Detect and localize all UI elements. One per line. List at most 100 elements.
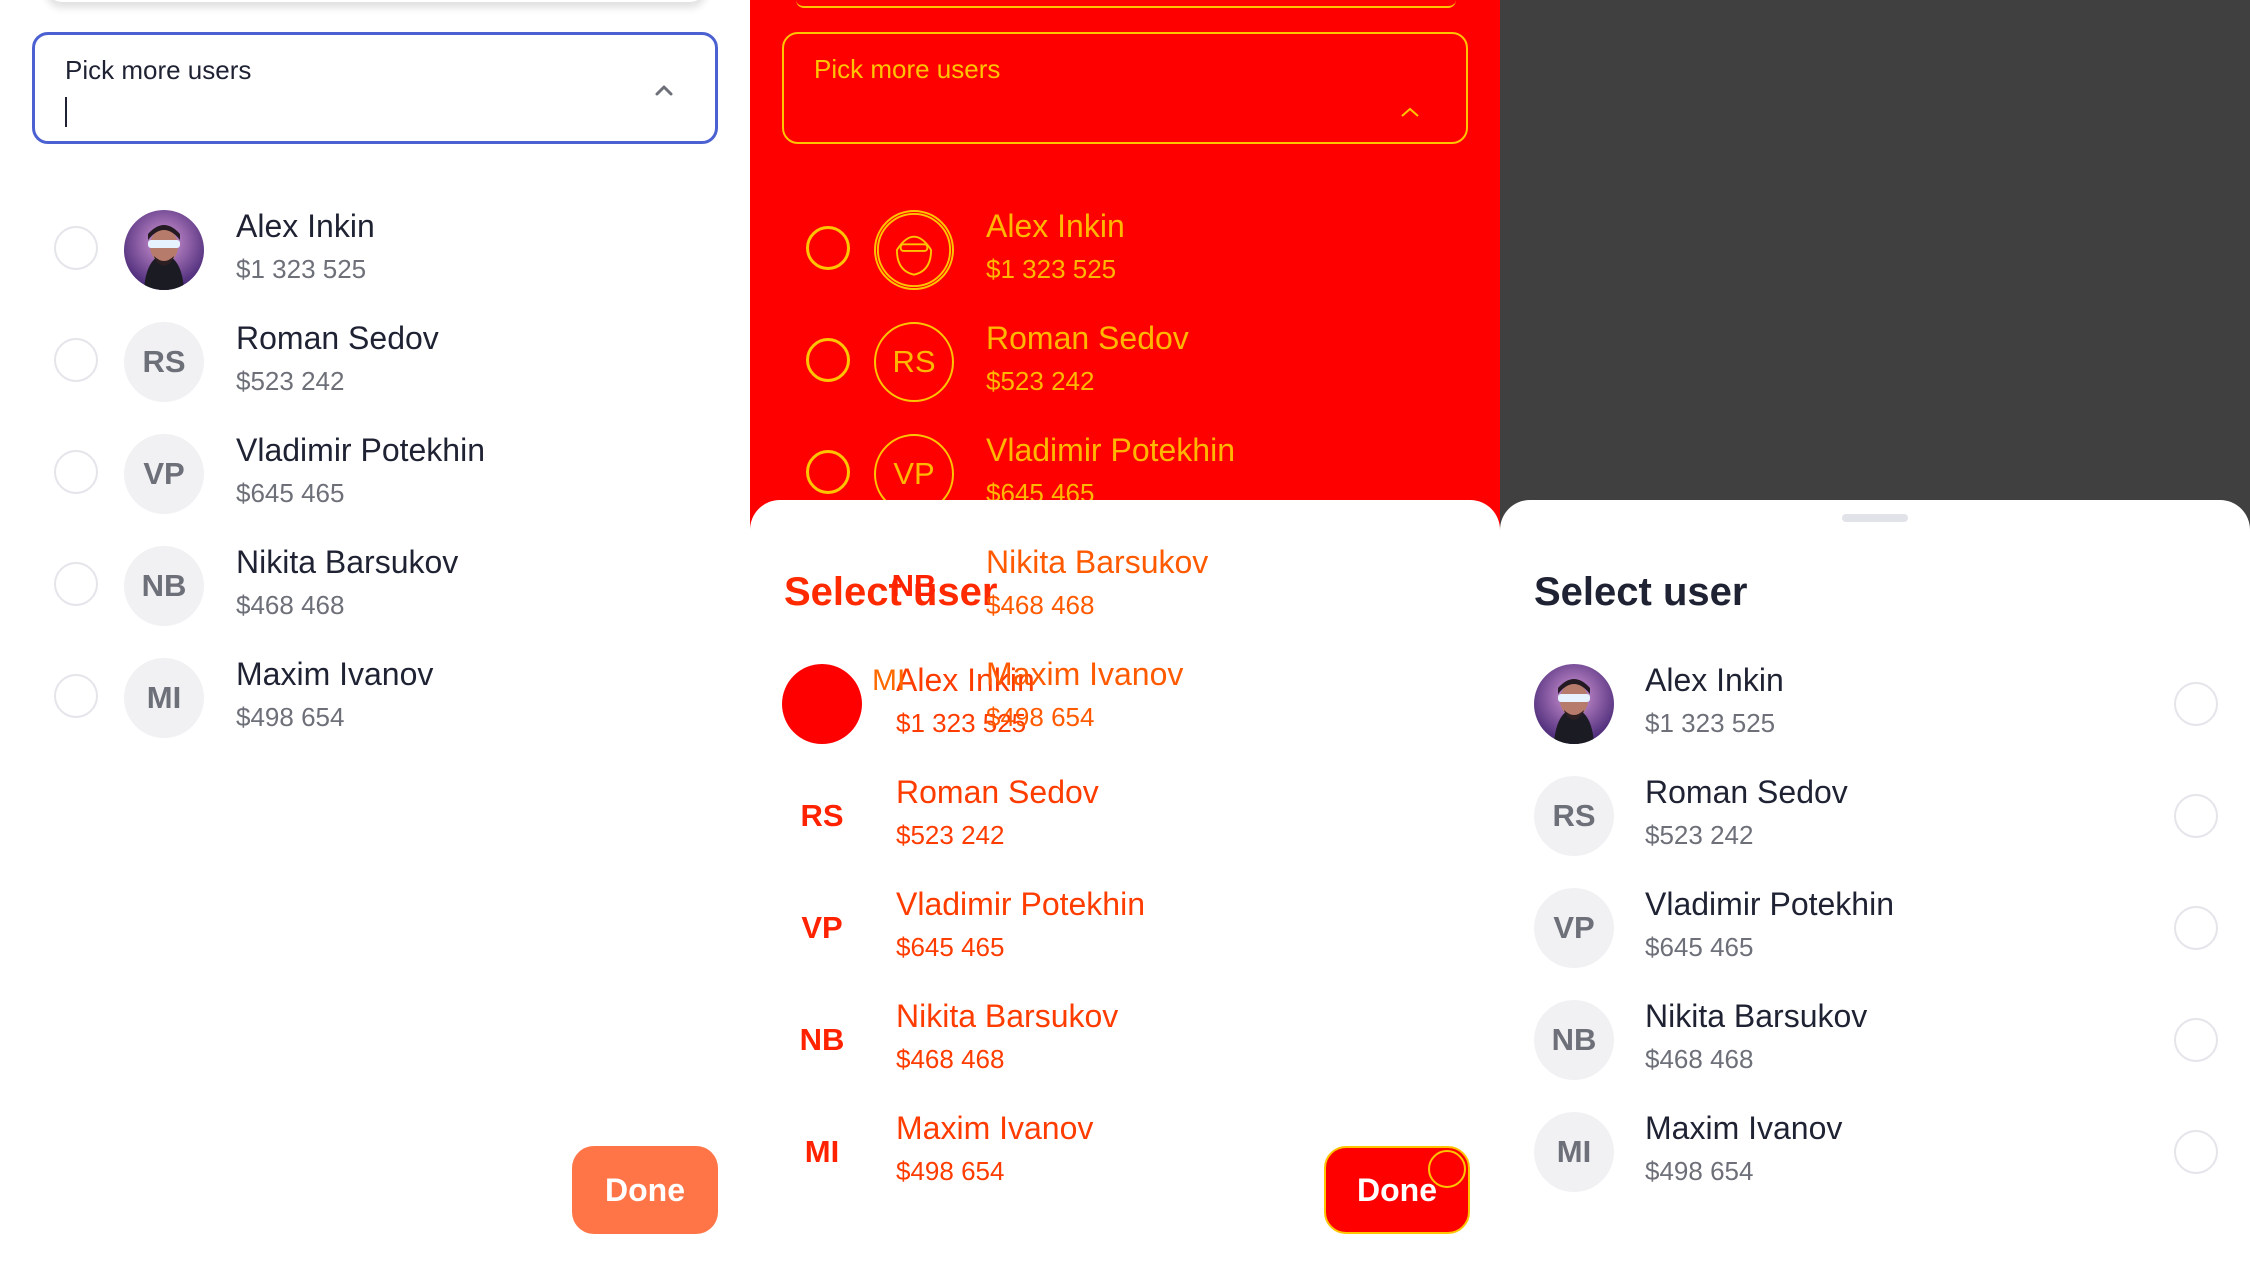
radio-button[interactable] xyxy=(806,338,850,382)
radio-button[interactable] xyxy=(2174,906,2218,950)
pick-users-field[interactable]: Pick more users xyxy=(32,32,718,144)
radio-button[interactable] xyxy=(2174,1130,2218,1174)
list-item[interactable]: NB Nikita Barsukov $468 468 xyxy=(750,984,1500,1096)
user-name: Maxim Ivanov xyxy=(986,656,1184,692)
user-amount: $498 654 xyxy=(986,702,1095,732)
radio-button[interactable] xyxy=(806,450,850,494)
user-amount: $1 323 525 xyxy=(986,254,1117,284)
user-name: Roman Sedov xyxy=(986,320,1189,356)
list-item[interactable]: RS Roman Sedov $523 242 xyxy=(1500,760,2250,872)
panel-debug-overlay: Pick more users Alex Inkin $1 323 525 RS… xyxy=(750,0,1500,1266)
overflow-list-item[interactable]: NB Nikita Barsukov $468 468 xyxy=(750,530,1500,642)
list-item[interactable]: MI Maxim Ivanov $498 654 xyxy=(1500,1096,2250,1208)
avatar: VP xyxy=(801,910,843,945)
avatar: RS xyxy=(874,322,954,402)
radio-button[interactable] xyxy=(54,674,98,718)
radio-button[interactable] xyxy=(54,562,98,606)
avatar: MI xyxy=(1534,1112,1614,1192)
field-label: Pick more users xyxy=(65,55,252,85)
user-amount: $645 465 xyxy=(1645,932,1754,962)
list-item[interactable]: NB Nikita Barsukov $468 468 xyxy=(1500,984,2250,1096)
user-amount: $523 242 xyxy=(986,366,1095,396)
list-item[interactable]: Alex Inkin $1 323 525 xyxy=(750,194,1500,306)
user-amount: $468 468 xyxy=(236,590,345,620)
radio-button[interactable] xyxy=(2174,682,2218,726)
user-name: Vladimir Potekhin xyxy=(896,886,1145,922)
avatar: RS xyxy=(124,322,204,402)
list-item[interactable]: RS Roman Sedov $523 242 xyxy=(750,306,1500,418)
user-amount: $498 654 xyxy=(896,1156,1005,1186)
radio-button[interactable] xyxy=(2174,1018,2218,1062)
user-name: Alex Inkin xyxy=(236,208,375,244)
done-button[interactable]: Done xyxy=(1324,1146,1470,1234)
radio-button[interactable] xyxy=(2174,794,2218,838)
list-item[interactable]: MI Maxim Ivanov $498 654 xyxy=(0,642,750,754)
overflow-list-item[interactable]: MI Maxim Ivanov $498 654 xyxy=(750,642,1500,754)
list-item[interactable]: Alex Inkin $1 323 525 xyxy=(1500,648,2250,760)
list-item[interactable]: VP Vladimir Potekhin $645 465 xyxy=(0,418,750,530)
avatar: MI xyxy=(804,1134,840,1169)
drag-handle[interactable] xyxy=(1842,514,1908,522)
user-name: Alex Inkin xyxy=(986,208,1125,244)
pick-users-field-outline[interactable]: Pick more users xyxy=(782,32,1468,144)
list-item[interactable]: VP Vladimir Potekhin $645 465 xyxy=(1500,872,2250,984)
user-name: Vladimir Potekhin xyxy=(1645,886,1894,922)
list-item[interactable]: RS Roman Sedov $523 242 xyxy=(0,306,750,418)
user-name: Nikita Barsukov xyxy=(896,998,1119,1034)
radio-button[interactable] xyxy=(54,450,98,494)
field-label: Pick more users xyxy=(814,54,1001,84)
user-amount: $1 323 525 xyxy=(236,254,367,284)
user-amount: $645 465 xyxy=(236,478,345,508)
list-item[interactable]: RS Roman Sedov $523 242 xyxy=(750,760,1500,872)
list-item[interactable]: VP Vladimir Potekhin $645 465 xyxy=(750,872,1500,984)
text-cursor xyxy=(65,97,67,127)
avatar: NB xyxy=(124,546,204,626)
avatar: MI xyxy=(124,658,204,738)
radio-button[interactable] xyxy=(54,338,98,382)
avatar xyxy=(874,210,954,290)
user-amount: $645 465 xyxy=(896,932,1005,962)
user-amount: $498 654 xyxy=(1645,1156,1754,1186)
avatar xyxy=(1534,664,1614,744)
ripple-outline xyxy=(1428,1150,1466,1188)
radio-button[interactable] xyxy=(806,226,850,270)
user-name: Maxim Ivanov xyxy=(1645,1110,1843,1146)
user-name: Roman Sedov xyxy=(236,320,439,356)
user-amount: $523 242 xyxy=(236,366,345,396)
sheet-title: Select user xyxy=(1534,570,1748,614)
avatar: RS xyxy=(800,798,844,833)
user-name: Nikita Barsukov xyxy=(986,544,1209,580)
previous-card-outline xyxy=(796,0,1456,8)
user-amount: $498 654 xyxy=(236,702,345,732)
avatar: VP xyxy=(124,434,204,514)
chevron-up-icon[interactable] xyxy=(649,75,679,105)
chevron-up-icon[interactable] xyxy=(1396,102,1424,122)
user-amount: $1 323 525 xyxy=(1645,708,1776,738)
user-name: Alex Inkin xyxy=(1645,662,1784,698)
radio-button[interactable] xyxy=(54,226,98,270)
user-name: Vladimir Potekhin xyxy=(986,432,1235,468)
done-button[interactable]: Done xyxy=(572,1146,718,1234)
avatar: RS xyxy=(1534,776,1614,856)
avatar: NB xyxy=(891,568,937,603)
user-name: Vladimir Potekhin xyxy=(236,432,485,468)
avatar: NB xyxy=(1534,1000,1614,1080)
avatar: VP xyxy=(1534,888,1614,968)
avatar xyxy=(124,210,204,290)
list-item[interactable]: Alex Inkin $1 323 525 xyxy=(0,194,750,306)
user-amount: $468 468 xyxy=(986,590,1095,620)
user-amount: $523 242 xyxy=(1645,820,1754,850)
bottom-sheet: Select user Alex Inkin $1 323 525 RS Rom… xyxy=(1500,500,2250,1266)
user-amount: $523 242 xyxy=(896,820,1005,850)
done-label: Done xyxy=(1357,1171,1437,1208)
panel-dropdown: Pick more users Alex Inkin $1 323 525 RS… xyxy=(0,0,750,1266)
user-name: Maxim Ivanov xyxy=(236,656,434,692)
list-item[interactable]: NB Nikita Barsukov $468 468 xyxy=(0,530,750,642)
avatar: MI xyxy=(872,664,906,697)
user-amount: $468 468 xyxy=(1645,1044,1754,1074)
user-name: Maxim Ivanov xyxy=(896,1110,1094,1146)
panel-bottom-sheet: Select user Alex Inkin $1 323 525 RS Rom… xyxy=(1500,0,2250,1266)
user-name: Roman Sedov xyxy=(896,774,1099,810)
avatar: NB xyxy=(799,1022,845,1057)
user-name: Nikita Barsukov xyxy=(236,544,459,580)
